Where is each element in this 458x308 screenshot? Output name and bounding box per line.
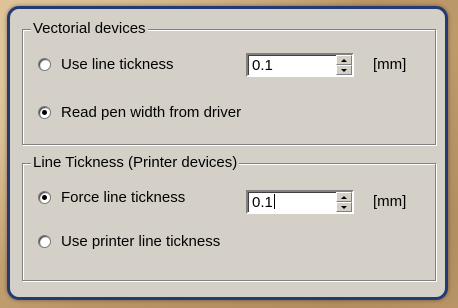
printer-thickness-spinner bbox=[336, 192, 352, 212]
use-printer-thickness-label: Use printer line tickness bbox=[61, 232, 221, 250]
vectorial-devices-group: Vectorial devices Use line tickness 0.1 … bbox=[22, 20, 436, 145]
arrow-down-icon bbox=[341, 206, 347, 209]
use-line-thickness-radio[interactable]: Use line tickness bbox=[38, 53, 174, 75]
vectorial-devices-title: Vectorial devices bbox=[31, 20, 148, 38]
vectorial-thickness-increment-button[interactable] bbox=[336, 55, 352, 65]
read-pen-width-radio-button[interactable] bbox=[38, 105, 51, 119]
arrow-up-icon bbox=[341, 59, 347, 62]
printer-thickness-decrement-button[interactable] bbox=[336, 202, 352, 212]
vectorial-thickness-unit: [mm] bbox=[373, 56, 407, 73]
printer-thickness-unit: [mm] bbox=[373, 193, 407, 210]
printer-thickness-increment-button[interactable] bbox=[336, 192, 352, 202]
force-line-thickness-radio-button[interactable] bbox=[38, 190, 51, 204]
printer-devices-group: Line Tickness (Printer devices) Force li… bbox=[22, 154, 436, 281]
vectorial-thickness-decrement-button[interactable] bbox=[336, 65, 352, 75]
use-printer-thickness-radio-button[interactable] bbox=[38, 234, 51, 248]
use-line-thickness-label: Use line tickness bbox=[61, 55, 174, 73]
use-line-thickness-radio-button[interactable] bbox=[38, 57, 51, 71]
read-pen-width-radio[interactable]: Read pen width from driver bbox=[38, 101, 241, 123]
force-line-thickness-label: Force line tickness bbox=[61, 188, 186, 206]
arrow-up-icon bbox=[341, 196, 347, 199]
vectorial-thickness-spinner bbox=[336, 55, 352, 75]
use-printer-thickness-radio[interactable]: Use printer line tickness bbox=[38, 230, 220, 252]
text-caret bbox=[273, 194, 275, 209]
printer-thickness-value: 0.1 bbox=[252, 194, 273, 211]
line-thickness-settings-panel: Vectorial devices Use line tickness 0.1 … bbox=[7, 6, 448, 300]
read-pen-width-label: Read pen width from driver bbox=[61, 103, 242, 121]
printer-thickness-input[interactable]: 0.1 bbox=[252, 194, 275, 212]
printer-thickness-spinbox[interactable]: 0.1 bbox=[246, 190, 354, 214]
printer-devices-title: Line Tickness (Printer devices) bbox=[31, 154, 240, 172]
vectorial-thickness-spinbox[interactable]: 0.1 bbox=[246, 53, 354, 77]
vectorial-thickness-value[interactable]: 0.1 bbox=[252, 57, 273, 75]
arrow-down-icon bbox=[341, 69, 347, 72]
force-line-thickness-radio[interactable]: Force line tickness bbox=[38, 186, 185, 208]
